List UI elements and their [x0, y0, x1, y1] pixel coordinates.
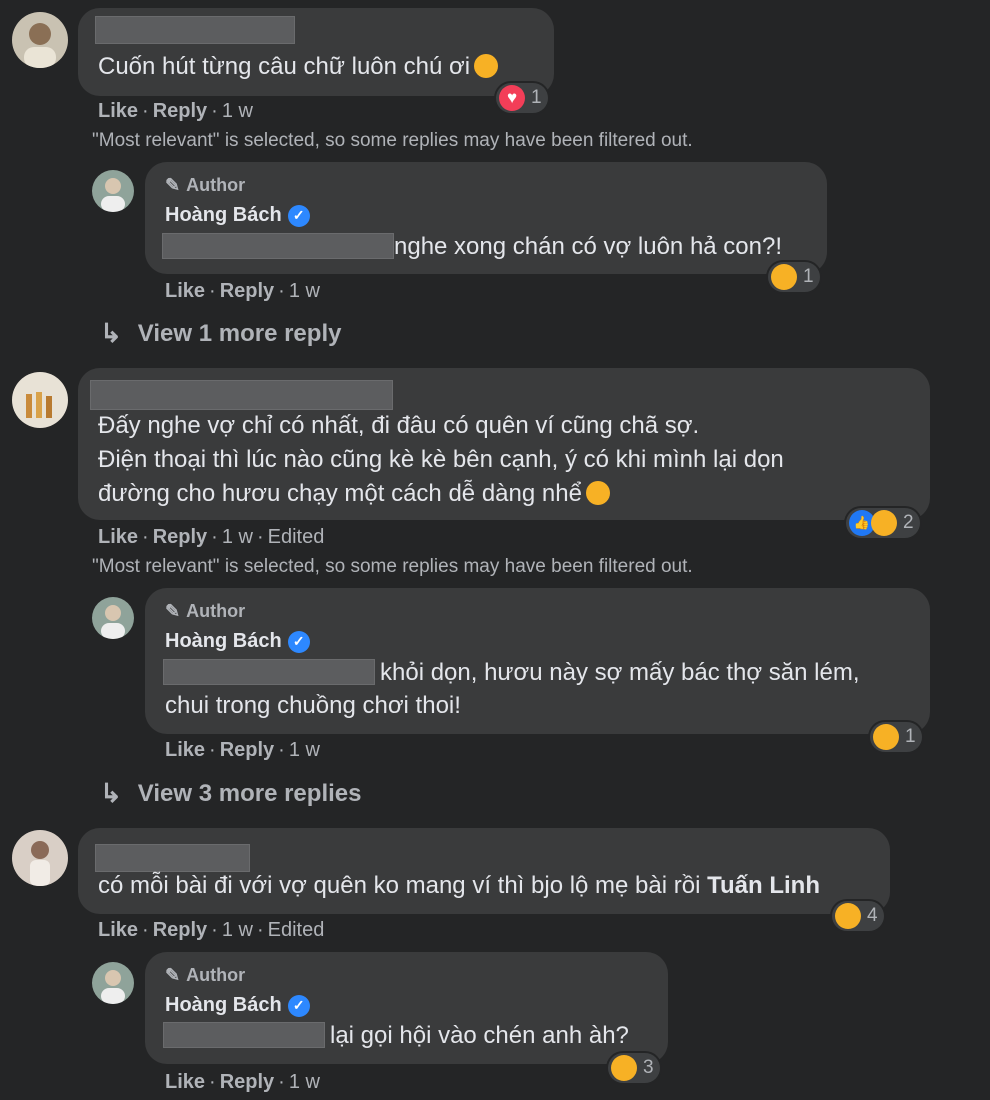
author-badge: ✎ Author	[165, 965, 246, 985]
commenter-avatar[interactable]	[12, 372, 68, 428]
like-button[interactable]: Like	[165, 280, 205, 302]
redacted-name	[95, 16, 295, 44]
reply-button[interactable]: Reply	[153, 919, 207, 941]
author-name[interactable]: Hoàng Bách ✓	[165, 204, 310, 227]
like-button[interactable]: Like	[98, 100, 138, 122]
reply-text-line-1: khỏi dọn, hươu này sợ mấy bác thợ săn lé…	[380, 659, 860, 686]
reaction-summary[interactable]: 3	[608, 1053, 660, 1083]
like-button[interactable]: Like	[98, 919, 138, 941]
author-name[interactable]: Hoàng Bách ✓	[165, 994, 310, 1017]
comment-text-line-1: Đấy nghe vợ chỉ có nhất, đi đâu có quên …	[98, 412, 700, 439]
reply-button[interactable]: Reply	[220, 280, 274, 302]
reply-button[interactable]: Reply	[153, 100, 207, 122]
redacted-name	[90, 380, 393, 410]
tagged-user-link[interactable]: Tuấn Linh	[707, 872, 820, 899]
edited-label[interactable]: Edited	[268, 919, 325, 941]
comment-text: có mỗi bài đi với vợ quên ko mang ví thì…	[98, 872, 820, 899]
pencil-icon: ✎	[165, 965, 181, 985]
reply-button[interactable]: Reply	[153, 526, 207, 548]
author-name[interactable]: Hoàng Bách ✓	[165, 630, 310, 653]
haha-icon	[771, 264, 797, 290]
view-more-replies-button[interactable]: ↳ View 3 more replies	[100, 778, 361, 809]
pencil-icon: ✎	[165, 175, 181, 195]
timestamp[interactable]: 1 w	[222, 526, 253, 548]
rofl-emoji-icon	[474, 54, 499, 78]
timestamp[interactable]: 1 w	[289, 739, 320, 761]
reply-text-line-2: chui trong chuồng chơi thoi!	[165, 692, 461, 719]
wow-icon	[873, 724, 899, 750]
reaction-summary[interactable]: 👍 2	[846, 508, 920, 538]
author-avatar[interactable]	[92, 597, 134, 639]
like-button[interactable]: Like	[165, 739, 205, 761]
filter-notice: "Most relevant" is selected, so some rep…	[92, 556, 693, 577]
reply-text: nghe xong chán có vợ luôn hả con?!	[394, 233, 783, 260]
timestamp[interactable]: 1 w	[289, 280, 320, 302]
timestamp[interactable]: 1 w	[222, 919, 253, 941]
reaction-count: 1	[905, 726, 916, 747]
filter-notice: "Most relevant" is selected, so some rep…	[92, 130, 693, 151]
haha-icon	[871, 510, 897, 536]
verified-icon: ✓	[287, 994, 310, 1017]
author-badge: ✎ Author	[165, 175, 246, 195]
view-more-replies-button[interactable]: ↳ View 1 more reply	[100, 318, 341, 349]
reaction-count: 1	[531, 87, 542, 108]
verified-icon: ✓	[287, 630, 310, 653]
reaction-summary[interactable]: 1	[870, 722, 922, 752]
reaction-count: 2	[903, 512, 914, 533]
author-avatar[interactable]	[92, 962, 134, 1004]
redacted-name	[95, 844, 250, 872]
timestamp[interactable]: 1 w	[222, 100, 253, 122]
reaction-count: 4	[867, 905, 878, 926]
like-button[interactable]: Like	[98, 526, 138, 548]
reaction-summary[interactable]: ♥ 1	[496, 83, 548, 113]
commenter-avatar[interactable]	[12, 12, 68, 68]
verified-icon: ✓	[287, 204, 310, 227]
like-button[interactable]: Like	[165, 1071, 205, 1093]
comment-text: Cuốn hút từng câu chữ luôn chú ơi	[98, 50, 499, 83]
reaction-summary[interactable]: 4	[832, 901, 884, 931]
reply-arrow-icon: ↳	[100, 318, 122, 348]
reply-arrow-icon: ↳	[100, 778, 122, 808]
author-badge: ✎ Author	[165, 601, 246, 621]
reaction-count: 1	[803, 266, 814, 287]
reply-button[interactable]: Reply	[220, 1071, 274, 1093]
author-avatar[interactable]	[92, 170, 134, 212]
redacted-mention	[163, 1022, 325, 1048]
comment-text-line-2: Điện thoại thì lúc nào cũng kè kè bên cạ…	[98, 446, 784, 473]
haha-icon	[611, 1055, 637, 1081]
reply-text: lại gọi hội vào chén anh àh?	[330, 1022, 629, 1049]
edited-label[interactable]: Edited	[268, 526, 325, 548]
comment-actions: Like · Reply · 1 w · Edited	[98, 526, 325, 548]
redacted-mention	[162, 233, 394, 259]
reply-actions: Like · Reply · 1 w	[165, 280, 320, 302]
timestamp[interactable]: 1 w	[289, 1071, 320, 1093]
reply-actions: Like · Reply · 1 w	[165, 1071, 320, 1093]
comment-actions: Like · Reply · 1 w	[98, 100, 253, 122]
redacted-mention	[163, 659, 375, 685]
haha-icon	[835, 903, 861, 929]
heart-icon: ♥	[499, 85, 525, 111]
comment-text-line-3: đường cho hươu chạy một cách dễ dàng nhể	[98, 477, 610, 510]
reaction-summary[interactable]: 1	[768, 262, 820, 292]
comment-actions: Like · Reply · 1 w · Edited	[98, 919, 325, 941]
reply-button[interactable]: Reply	[220, 739, 274, 761]
commenter-avatar[interactable]	[12, 830, 68, 886]
pencil-icon: ✎	[165, 601, 181, 621]
sweat-emoji-icon	[585, 481, 610, 505]
reaction-count: 3	[643, 1057, 654, 1078]
reply-actions: Like · Reply · 1 w	[165, 739, 320, 761]
